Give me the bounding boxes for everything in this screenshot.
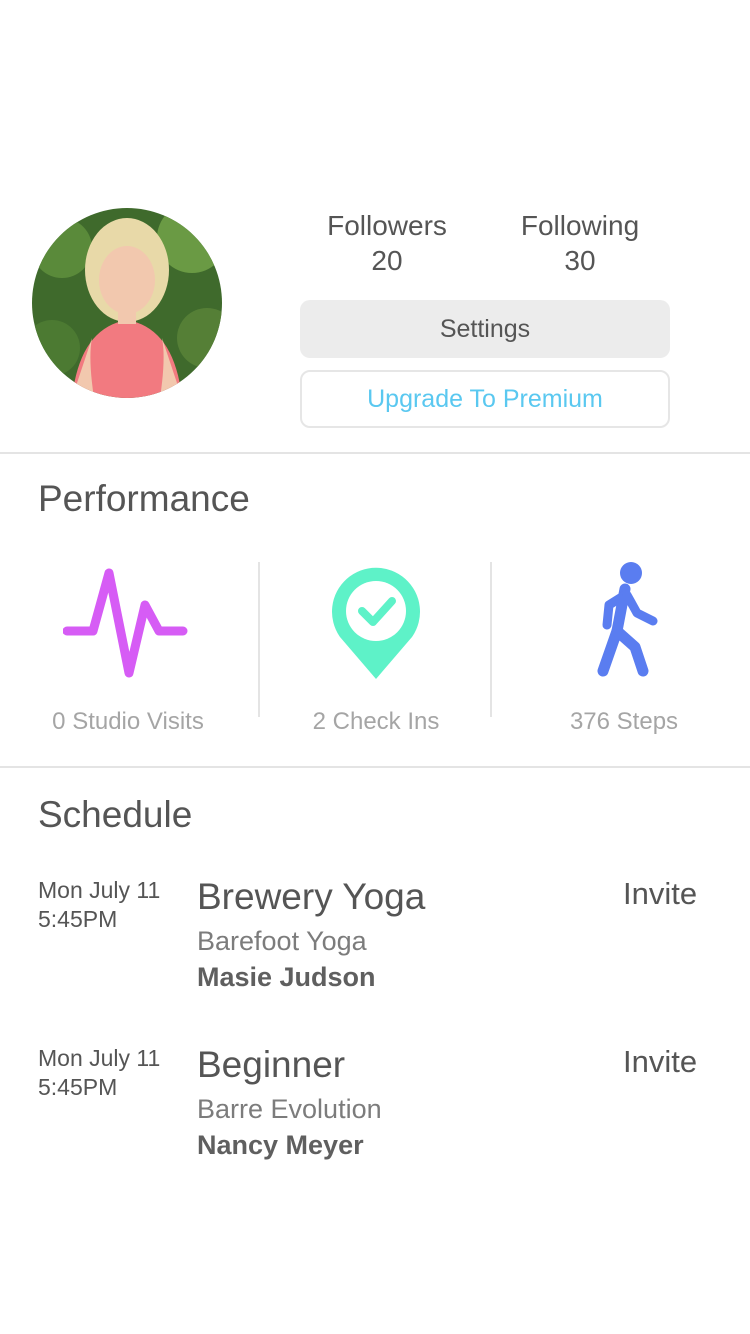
following-count: 30 bbox=[564, 245, 596, 276]
walking-person-icon bbox=[508, 556, 740, 686]
metric-label: 2 Check Ins bbox=[312, 708, 440, 735]
event-class-name: Brewery Yoga bbox=[197, 876, 426, 917]
settings-button[interactable]: Settings bbox=[300, 300, 670, 358]
event-datetime: Mon July 11 5:45PM bbox=[38, 876, 160, 934]
divider bbox=[490, 562, 492, 717]
followers-label: Followers bbox=[327, 210, 447, 241]
heartbeat-icon bbox=[12, 556, 244, 686]
schedule-item[interactable]: Mon July 11 5:45PM Beginner Barre Evolut… bbox=[0, 1042, 750, 1202]
metric-steps: 376 Steps bbox=[508, 556, 740, 736]
divider bbox=[0, 452, 750, 454]
metric-label: 376 Steps bbox=[569, 708, 679, 735]
schedule-title: Schedule bbox=[38, 794, 193, 835]
schedule-item[interactable]: Mon July 11 5:45PM Brewery Yoga Barefoot… bbox=[0, 874, 750, 1034]
performance-title: Performance bbox=[38, 478, 250, 519]
followers-stat[interactable]: Followers 20 bbox=[297, 210, 477, 278]
event-studio: Barefoot Yoga bbox=[197, 926, 367, 956]
event-instructor: Nancy Meyer bbox=[197, 1130, 364, 1160]
event-datetime: Mon July 11 5:45PM bbox=[38, 1044, 160, 1102]
location-check-icon bbox=[260, 556, 492, 686]
event-date: Mon July 11 bbox=[38, 1045, 161, 1071]
avatar[interactable] bbox=[32, 208, 222, 398]
event-time: 5:45PM bbox=[38, 1074, 118, 1100]
followers-count: 20 bbox=[371, 245, 403, 276]
following-stat[interactable]: Following 30 bbox=[490, 210, 670, 278]
event-date: Mon July 11 bbox=[38, 877, 161, 903]
metric-label: 0 Studio Visits bbox=[52, 708, 204, 735]
following-label: Following bbox=[520, 210, 640, 241]
upgrade-premium-button[interactable]: Upgrade To Premium bbox=[300, 370, 670, 428]
divider bbox=[0, 766, 750, 768]
event-class-name: Beginner bbox=[197, 1044, 346, 1085]
profile-header: Followers 20 Following 30 Settings Upgra… bbox=[0, 0, 750, 454]
metric-check-ins: 2 Check Ins bbox=[260, 556, 492, 736]
event-time: 5:45PM bbox=[38, 906, 118, 932]
invite-button[interactable]: Invite bbox=[623, 876, 697, 912]
metric-studio-visits: 0 Studio Visits bbox=[12, 556, 244, 736]
event-instructor: Masie Judson bbox=[197, 962, 376, 992]
invite-button[interactable]: Invite bbox=[623, 1044, 697, 1080]
event-studio: Barre Evolution bbox=[197, 1094, 382, 1124]
